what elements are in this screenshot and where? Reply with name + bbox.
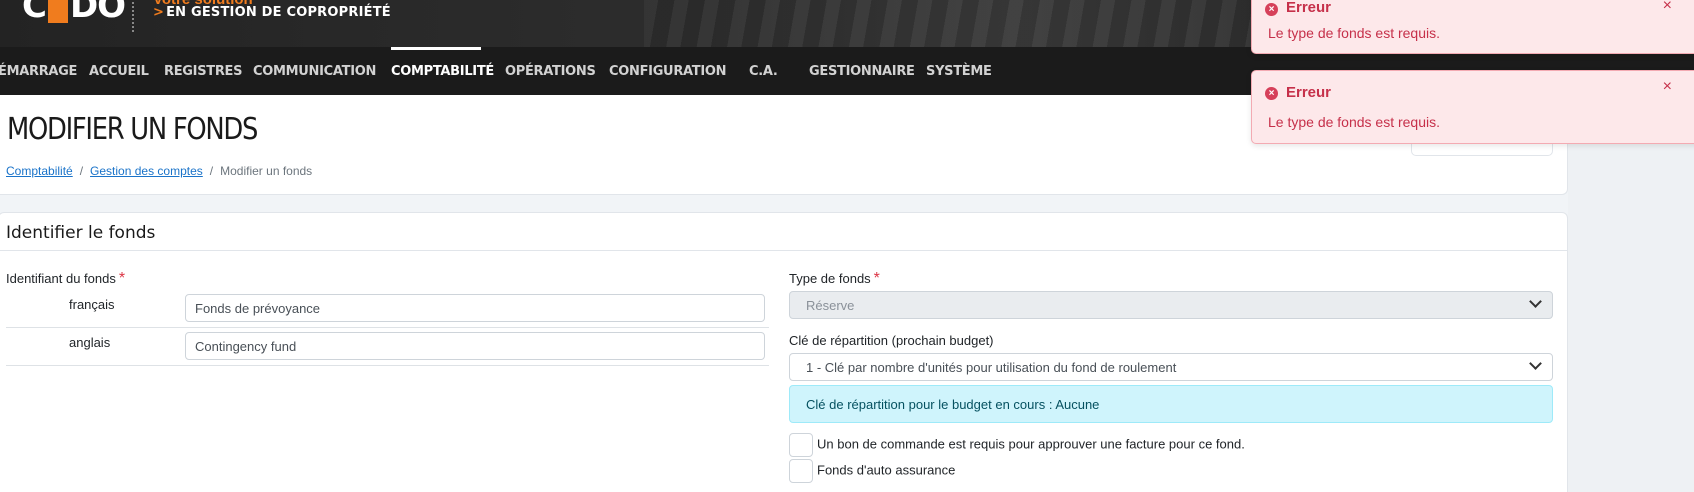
breadcrumb-separator: /: [209, 164, 214, 178]
fund-type-value: Réserve: [806, 298, 855, 313]
identifier-label: Identifiant du fonds *: [6, 270, 125, 288]
breadcrumb-link-gestion-comptes[interactable]: Gestion des comptes: [90, 164, 203, 178]
breadcrumb-separator: /: [79, 164, 84, 178]
nav-item-communication[interactable]: COMMUNICATION: [253, 47, 376, 95]
section-title: Identifier le fonds: [6, 223, 156, 243]
tagline: > EN GESTION DE COPROPRIÉTÉ: [153, 5, 391, 20]
chevron-down-icon: [1529, 357, 1542, 370]
self-insurance-checkbox[interactable]: [789, 459, 813, 483]
required-marker: *: [118, 270, 126, 287]
language-label-en: anglais: [69, 335, 111, 350]
toast-title: Erreur: [1286, 0, 1332, 16]
fund-type-select[interactable]: Réserve: [789, 291, 1553, 319]
x-circle-icon: ×: [1265, 87, 1278, 100]
self-insurance-checkbox-label: Fonds d'auto assurance: [817, 462, 956, 478]
chevron-down-icon: [1529, 295, 1542, 308]
tagline-chevron: >: [153, 5, 165, 20]
fund-name-en-input[interactable]: [185, 332, 765, 360]
nav-item-systeme[interactable]: SYSTÈME: [926, 47, 992, 95]
page-title: MODIFIER UN FONDS: [7, 112, 258, 147]
nav-item-accueil[interactable]: ACCUEIL: [89, 47, 149, 95]
nav-item-ca[interactable]: C.A.: [749, 47, 778, 95]
x-circle-icon: ×: [1265, 3, 1278, 16]
breadcrumb: Comptabilité / Gestion des comptes / Modifie…: [6, 164, 312, 178]
fund-type-label: Type de fonds *: [789, 270, 880, 288]
purchase-order-checkbox[interactable]: [789, 433, 813, 457]
nav-item-comptabilite[interactable]: COMPTABILITÉ: [391, 47, 494, 95]
purchase-order-checkbox-row: Un bon de commande est requis pour appro…: [789, 433, 1245, 457]
toast-message: Le type de fonds est requis.: [1268, 25, 1440, 41]
close-icon[interactable]: ×: [1663, 78, 1672, 96]
error-toast: × Erreur Le type de fonds est requis. ×: [1251, 0, 1694, 54]
nav-item-demarrage[interactable]: ÉMARRAGE: [0, 47, 77, 95]
current-distribution-info: Clé de répartition pour le budget en cou…: [789, 385, 1553, 423]
distribution-key-value: 1 - Clé par nombre d'unités pour utilisa…: [806, 360, 1177, 375]
logo-text-left: C: [22, 0, 47, 26]
distribution-label: Clé de répartition (prochain budget): [789, 333, 994, 348]
close-icon[interactable]: ×: [1663, 0, 1672, 15]
nav-item-gestionnaire[interactable]: GESTIONNAIRE: [809, 47, 915, 95]
required-marker: *: [873, 270, 880, 287]
fund-type-label-text: Type de fonds: [789, 271, 871, 286]
breadcrumb-link-comptabilite[interactable]: Comptabilité: [6, 164, 73, 178]
identifier-label-text: Identifiant du fonds: [6, 271, 116, 286]
nav-item-configuration[interactable]: CONFIGURATION: [609, 47, 727, 95]
tagline-text: EN GESTION DE COPROPRIÉTÉ: [166, 5, 391, 20]
right-gutter: [1568, 95, 1694, 492]
logo-block: [47, 0, 68, 23]
card-header: Identifier le fonds: [0, 213, 1567, 251]
fund-name-fr-input[interactable]: [185, 294, 765, 322]
logo-divider: [132, 2, 134, 32]
toast-title: Erreur: [1286, 84, 1332, 101]
breadcrumb-current: Modifier un fonds: [220, 164, 313, 178]
language-label-fr: français: [69, 297, 115, 312]
distribution-key-select[interactable]: 1 - Clé par nombre d'unités pour utilisa…: [789, 353, 1553, 381]
logo-text-right: DO: [69, 0, 126, 26]
error-toast: × Erreur Le type de fonds est requis. ×: [1251, 70, 1694, 144]
logo[interactable]: C DO: [22, 0, 126, 26]
self-insurance-checkbox-row: Fonds d'auto assurance: [789, 459, 955, 483]
toast-message: Le type de fonds est requis.: [1268, 114, 1440, 130]
nav-item-operations[interactable]: OPÉRATIONS: [505, 47, 596, 95]
nav-item-registres[interactable]: REGISTRES: [164, 47, 242, 95]
purchase-order-checkbox-label: Un bon de commande est requis pour appro…: [817, 436, 1245, 452]
